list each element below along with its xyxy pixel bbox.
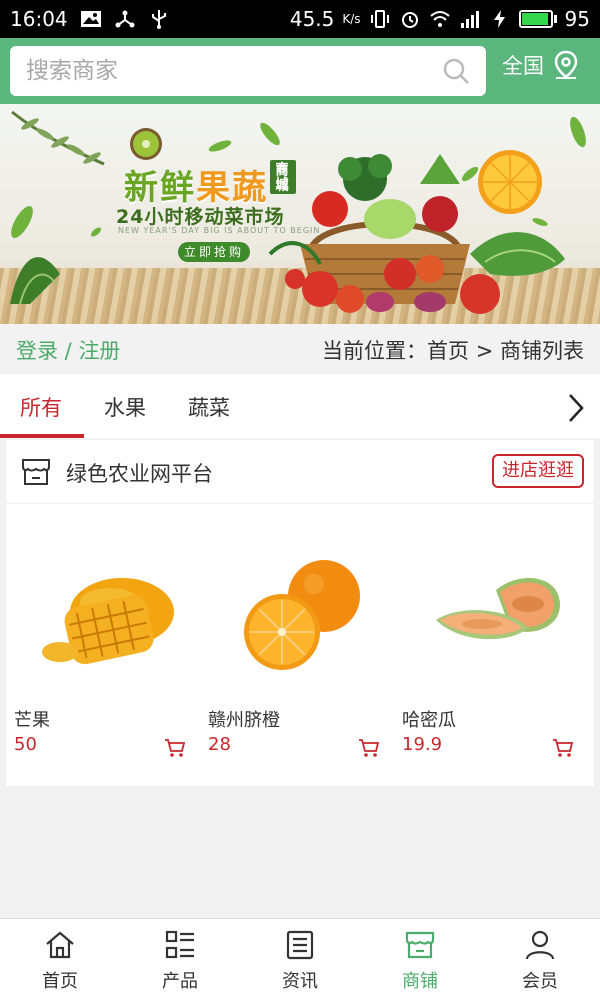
nav-label[interactable]: 会员 xyxy=(480,967,600,993)
nav-label[interactable]: 产品 xyxy=(120,967,240,993)
nav-label[interactable]: 首页 xyxy=(0,967,120,993)
shop-card: 绿色农业网平台 进店逛逛 芒果 50 赣州脐橙 28 哈密瓜 19.9 xyxy=(6,440,594,786)
store-icon xyxy=(22,459,50,485)
location-pin-icon[interactable] xyxy=(552,50,580,80)
news-icon[interactable] xyxy=(284,929,316,961)
vibrate-icon xyxy=(370,10,389,28)
product-card[interactable]: 哈密瓜 19.9 xyxy=(394,520,586,770)
search-input[interactable] xyxy=(10,46,410,96)
cart-icon[interactable] xyxy=(164,738,186,758)
grid-list-icon[interactable] xyxy=(164,929,196,961)
banner-english-text: NEW YEAR'S DAY BIG IS ABOUT TO BEGIN xyxy=(118,226,321,235)
usb-icon xyxy=(151,10,166,29)
status-time: 16:04 xyxy=(10,7,68,31)
product-price: 28 xyxy=(208,734,231,755)
bottom-nav: 首页 产品 资讯 商铺 会员 xyxy=(0,918,600,1000)
battery-percent: 95 xyxy=(564,7,590,31)
nav-label[interactable]: 资讯 xyxy=(240,967,360,993)
register-link[interactable]: 注册 xyxy=(78,339,120,363)
product-image-mango[interactable] xyxy=(12,520,192,700)
image-icon xyxy=(80,11,101,27)
shop-icon[interactable] xyxy=(404,929,436,961)
login-link[interactable]: 登录 xyxy=(16,339,58,363)
wifi-icon xyxy=(429,11,450,27)
charging-icon xyxy=(493,10,505,28)
product-image-orange[interactable] xyxy=(206,520,386,700)
home-icon[interactable] xyxy=(44,929,76,961)
tab-fruit[interactable]: 水果 xyxy=(104,392,146,422)
breadcrumb: 当前位置：首页 > 商铺列表 xyxy=(322,339,584,363)
tab-vegetable[interactable]: 蔬菜 xyxy=(188,392,230,422)
shop-name: 绿色农业网平台 xyxy=(66,462,213,486)
product-name[interactable]: 芒果 xyxy=(14,706,50,732)
tab-all[interactable]: 所有 xyxy=(20,392,62,422)
nav-home[interactable]: 首页 xyxy=(0,919,120,1000)
nav-news[interactable]: 资讯 xyxy=(240,919,360,1000)
nav-member[interactable]: 会员 xyxy=(480,919,600,1000)
cart-icon[interactable] xyxy=(358,738,380,758)
net-speed-unit: K/s xyxy=(342,12,361,26)
banner-cta-button[interactable]: 立即抢购 xyxy=(178,242,251,262)
user-icon[interactable] xyxy=(524,929,556,961)
category-tabs: 所有 水果 蔬菜 xyxy=(0,374,600,438)
search-box[interactable] xyxy=(10,46,486,96)
nav-products[interactable]: 产品 xyxy=(120,919,240,1000)
region-label[interactable]: 全国 xyxy=(502,50,544,80)
promo-banner[interactable]: 新鲜果蔬 商城 24小时移动菜市场 NEW YEAR'S DAY BIG IS A… xyxy=(0,104,600,324)
auth-separator: / xyxy=(58,339,79,363)
nav-label[interactable]: 商铺 xyxy=(360,967,480,993)
net-speed: 45.5 xyxy=(289,7,335,31)
product-name[interactable]: 赣州脐橙 xyxy=(208,706,280,732)
product-price: 50 xyxy=(14,734,37,755)
app-header: 全国 xyxy=(0,38,600,104)
search-icon[interactable] xyxy=(442,57,470,85)
product-card[interactable]: 赣州脐橙 28 xyxy=(200,520,392,770)
product-image-melon[interactable] xyxy=(400,520,580,700)
battery-icon xyxy=(518,10,557,28)
shop-header: 绿色农业网平台 进店逛逛 xyxy=(6,440,594,504)
chevron-right-icon[interactable] xyxy=(566,392,586,424)
status-bar: 16:04 45.5 K/s 95 xyxy=(0,0,600,38)
signal-icon xyxy=(460,11,479,28)
info-bar: 登录 / 注册 当前位置：首页 > 商铺列表 xyxy=(0,324,600,374)
cart-icon[interactable] xyxy=(552,738,574,758)
auth-links: 登录 / 注册 xyxy=(16,335,120,365)
region-selector[interactable]: 全国 xyxy=(502,50,580,80)
network-share-icon xyxy=(115,10,135,28)
product-price: 19.9 xyxy=(402,734,443,755)
banner-subtitle: 24小时移动菜市场 xyxy=(116,206,285,228)
banner-decoration xyxy=(10,110,586,314)
product-name[interactable]: 哈密瓜 xyxy=(402,706,456,732)
nav-shops[interactable]: 商铺 xyxy=(360,919,480,1000)
enter-shop-button[interactable]: 进店逛逛 xyxy=(492,454,584,488)
alarm-icon xyxy=(401,12,418,28)
active-tab-indicator xyxy=(0,434,84,438)
product-card[interactable]: 芒果 50 xyxy=(6,520,198,770)
